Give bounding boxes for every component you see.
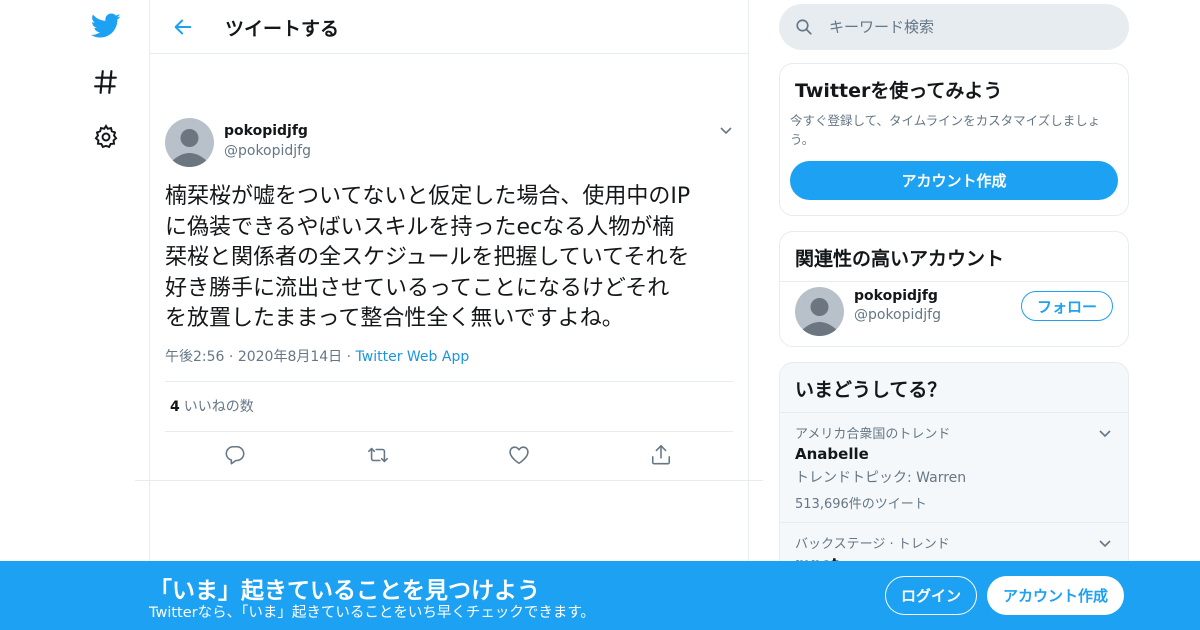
tweet-actions — [165, 432, 733, 480]
trends-card: いまどうしてる？ アメリカ合衆国のトレンド Anabelle トレンドトピック:… — [779, 362, 1129, 582]
trends-card-title: いまどうしてる？ — [795, 379, 947, 401]
related-card-title: 関連性の高いアカウント — [780, 232, 1128, 282]
chevron-down-icon[interactable] — [718, 122, 734, 138]
trend-name: Anabelle — [795, 445, 869, 463]
author-name[interactable]: pokopidjfg — [224, 123, 308, 139]
signup-button[interactable]: アカウント作成 — [987, 576, 1124, 615]
twitter-logo-icon[interactable] — [90, 10, 122, 42]
like-heart-icon[interactable] — [508, 444, 532, 468]
banner-title: 「いま」起きていることを見つけよう — [149, 578, 540, 604]
login-button[interactable]: ログイン — [885, 576, 977, 615]
trend-subtitle: トレンドトピック: Warren — [795, 470, 967, 486]
related-accounts-card: 関連性の高いアカウント pokopidjfg @pokopidjfg フォロー — [779, 231, 1129, 347]
search-input[interactable] — [829, 4, 1109, 50]
reply-icon[interactable] — [224, 444, 248, 468]
avatar[interactable] — [165, 118, 214, 167]
signup-card: Twitterを使ってみよう 今すぐ登録して、タイムラインをカスタマイズしましょ… — [779, 63, 1129, 216]
main-header: ツイートする — [150, 0, 748, 54]
tweet-source-link[interactable]: Twitter Web App — [356, 349, 470, 365]
follow-button[interactable]: フォロー — [1021, 291, 1113, 321]
divider — [135, 480, 763, 481]
page-title: ツイートする — [225, 18, 340, 40]
trend-count: 513,696件のツイート — [795, 497, 927, 512]
likes-label: いいねの数 — [183, 399, 254, 415]
trend-item[interactable]: アメリカ合衆国のトレンド Anabelle トレンドトピック: Warren 5… — [780, 412, 1128, 522]
create-account-button[interactable]: アカウント作成 — [790, 161, 1118, 200]
divider — [165, 381, 733, 382]
tweet-text: 楠栞桜が嘘をついてないと仮定した場合、使用中のIP に偽装できるやばいスキルを持… — [165, 182, 740, 335]
gear-icon[interactable] — [90, 121, 122, 153]
trend-context: バックステージ · トレンド — [795, 537, 950, 552]
signup-card-title: Twitterを使ってみよう — [795, 80, 1003, 102]
signup-banner: 「いま」起きていることを見つけよう Twitterなら、「いま」起きていることを… — [0, 561, 1200, 630]
tweet-meta: 午後2:56 · 2020年8月14日 · Twitter Web App — [165, 346, 469, 366]
tweet-date: 2020年8月14日 — [237, 349, 343, 365]
tweet-text-line: 栞桜と関係者の全スケジュールを把握していてそれを — [165, 245, 690, 270]
search-icon — [795, 18, 813, 36]
tweet-text-line: に偽装できるやばいスキルを持ったecなる人物が楠 — [165, 214, 675, 240]
author-handle[interactable]: @pokopidjfg — [224, 143, 311, 159]
share-icon[interactable] — [650, 444, 674, 468]
chevron-down-icon[interactable] — [1097, 425, 1113, 441]
chevron-down-icon[interactable] — [1097, 535, 1113, 551]
related-account-handle[interactable]: @pokopidjfg — [854, 307, 941, 323]
signup-card-description: 今すぐ登録して、タイムラインをカスタマイズしましょう。 — [790, 113, 1101, 147]
retweet-icon[interactable] — [366, 444, 390, 468]
main-column: ツイートする pokopidjfg @pokopidjfg 楠栞桜が嘘をついてな… — [135, 0, 763, 630]
tweet-text-line: 好き勝手に流出させているってことになるけどそれ — [165, 275, 670, 301]
avatar[interactable] — [795, 287, 844, 336]
likes-count: 4 — [170, 399, 180, 415]
meta-separator: · — [228, 349, 238, 365]
meta-separator: · — [346, 349, 356, 365]
likes-stat[interactable]: 4 いいねの数 — [170, 396, 254, 416]
trend-context: アメリカ合衆国のトレンド — [795, 427, 951, 442]
tweet-time: 午後2:56 — [165, 349, 225, 365]
left-nav — [70, 0, 150, 630]
tweet-text-line: を放置したままって整合性全く無いですよね。 — [165, 306, 624, 331]
search-box — [779, 4, 1129, 50]
back-arrow-icon[interactable] — [168, 12, 198, 42]
hashtag-icon[interactable] — [90, 66, 122, 98]
related-account-name[interactable]: pokopidjfg — [854, 288, 938, 304]
banner-subtitle: Twitterなら、「いま」起きていることをいち早くチェックできます。 — [149, 605, 595, 621]
tweet-text-line: 楠栞桜が嘘をついてないと仮定した場合、使用中のIP — [165, 184, 691, 209]
